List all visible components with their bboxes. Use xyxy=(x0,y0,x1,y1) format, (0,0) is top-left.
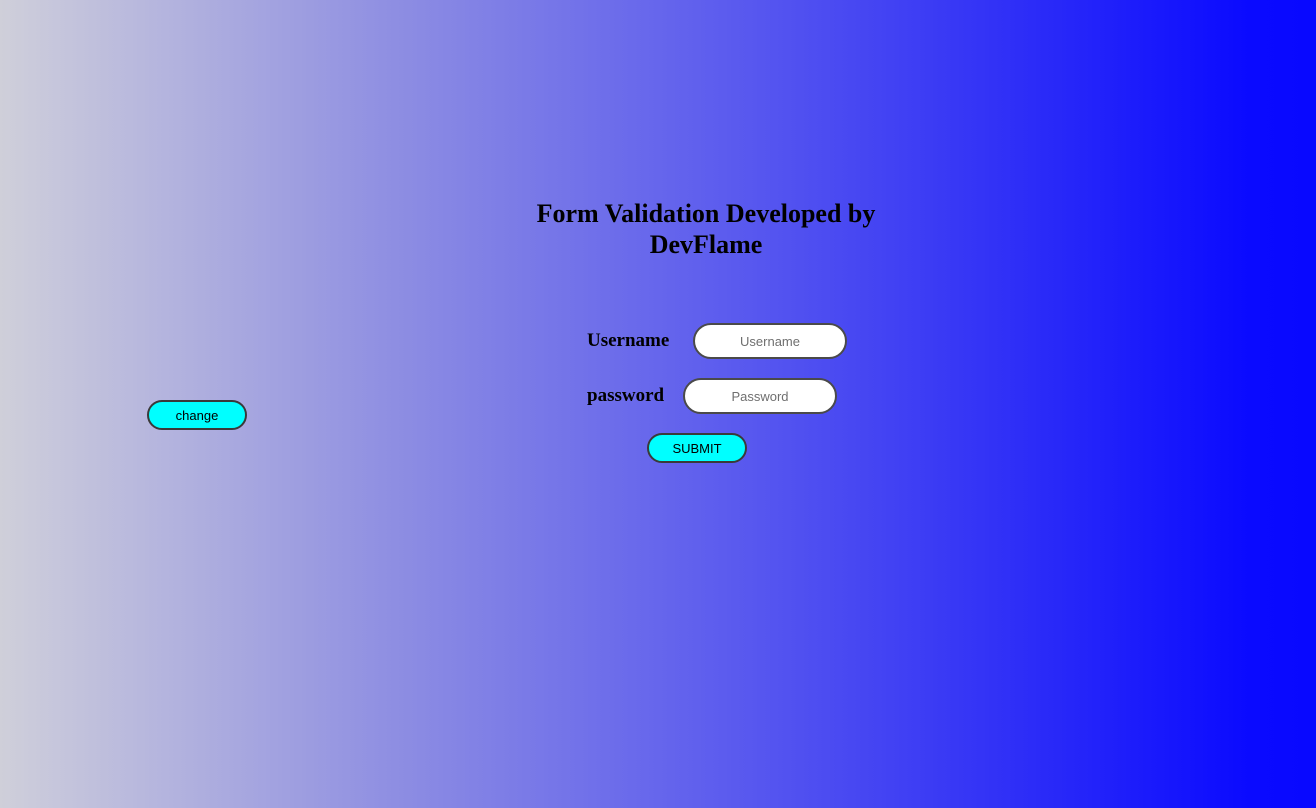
username-label: Username xyxy=(587,330,670,351)
page-title: Form Validation Developed by DevFlame xyxy=(536,199,876,259)
password-label: password xyxy=(587,385,665,406)
username-input[interactable] xyxy=(693,323,847,359)
submit-button[interactable]: SUBMIT xyxy=(647,433,747,463)
password-input[interactable] xyxy=(683,378,837,414)
change-button[interactable]: change xyxy=(147,400,247,430)
